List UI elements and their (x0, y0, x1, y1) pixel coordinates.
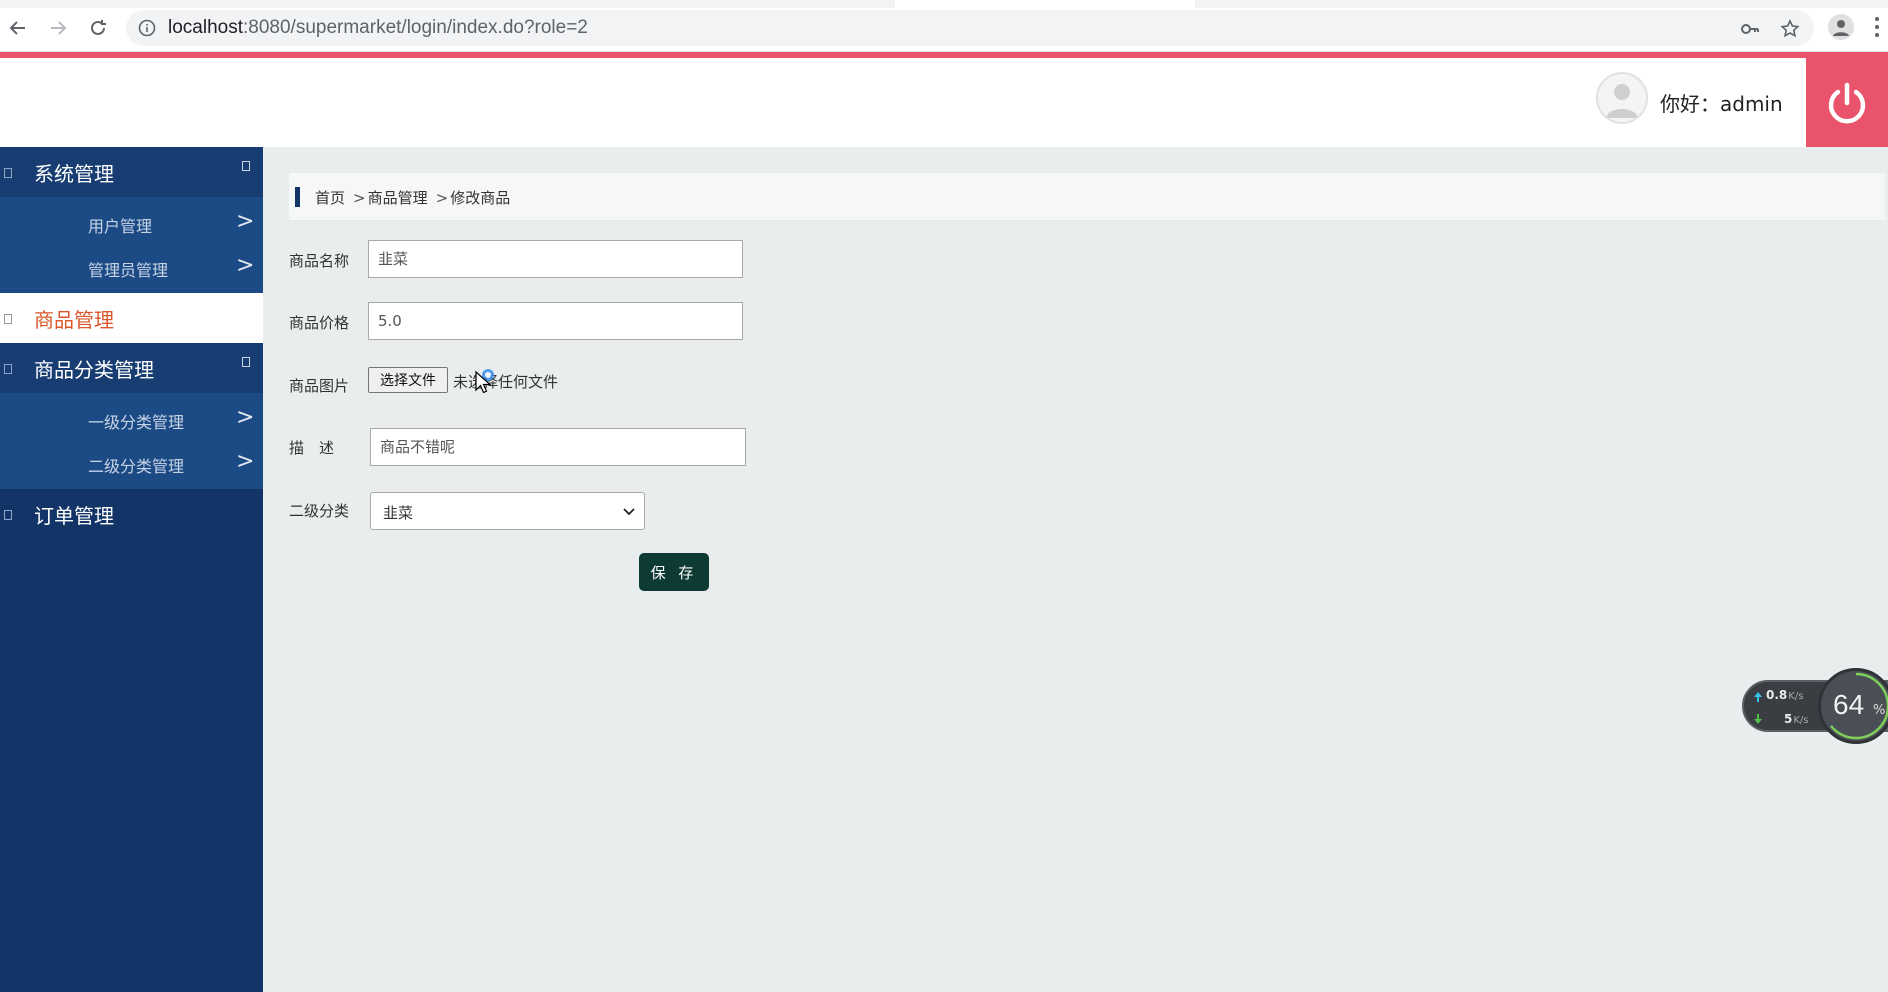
sidebar-group-goods: 商品管理 (0, 293, 263, 343)
site-info-icon[interactable] (138, 19, 156, 37)
goods-price-label: 商品价格 (289, 314, 350, 332)
profile-button[interactable] (1828, 14, 1854, 40)
sidebar-submenu: 用户管理 > 管理员管理 > (0, 197, 263, 293)
category-label: 二级分类 (289, 502, 350, 520)
category-select[interactable]: 韭菜 (370, 492, 645, 530)
sidebar-item-admins[interactable]: 管理员管理 > (0, 245, 263, 289)
download-unit: K/s (1793, 715, 1809, 726)
load-unit: % (1873, 703, 1886, 718)
power-icon (1828, 82, 1866, 123)
upload-value: 0.8 (1766, 688, 1788, 702)
active-tab[interactable] (895, 0, 1195, 8)
sidebar-item-users[interactable]: 用户管理 > (0, 201, 263, 245)
download-speed: 5K/s (1784, 712, 1809, 726)
mouse-cursor-icon (475, 369, 494, 394)
sidebar-head-label: 订单管理 (34, 503, 114, 528)
key-icon[interactable] (1740, 19, 1760, 39)
chevron-right-icon: > (236, 253, 255, 278)
forward-arrow-icon (51, 21, 67, 35)
sidebar-head-goods[interactable]: 商品管理 (0, 293, 263, 343)
goods-desc-label: 描 述 (289, 439, 335, 457)
tab-strip (0, 0, 1888, 8)
profile-icon (1833, 20, 1849, 36)
sidebar-group-system: 系统管理 用户管理 > 管理员管理 > (0, 147, 263, 293)
download-value: 5 (1784, 712, 1793, 726)
breadcrumb-current: 修改商品 (450, 189, 511, 207)
browser-menu-icon[interactable] (1874, 16, 1880, 38)
sidebar-head-label: 商品管理 (34, 307, 114, 332)
goods-price-input[interactable]: 5.0 (368, 302, 743, 340)
sidebar-head-orders[interactable]: 订单管理 (0, 489, 263, 539)
chevron-right-icon: > (236, 449, 255, 474)
collapse-toggle-icon[interactable] (242, 161, 250, 171)
sidebar-item-label: 二级分类管理 (88, 457, 185, 476)
chevron-right-icon: > (236, 209, 255, 234)
breadcrumb: 首页 > 商品管理 > 修改商品 (289, 173, 1885, 221)
chevron-down-icon (623, 508, 635, 516)
reload-button[interactable] (82, 12, 114, 44)
chevron-right-icon: > (236, 405, 255, 430)
sidebar-head-category[interactable]: 商品分类管理 (0, 343, 263, 393)
square-icon (4, 314, 12, 324)
sidebar-head-label: 系统管理 (34, 161, 114, 186)
goods-image-label: 商品图片 (289, 377, 350, 395)
load-gauge[interactable]: 64 % (1818, 668, 1888, 744)
forward-button[interactable] (42, 12, 74, 44)
upload-unit: K/s (1788, 691, 1804, 702)
sidebar-item-category-level2[interactable]: 二级分类管理 > (0, 441, 263, 485)
sidebar-submenu: 一级分类管理 > 二级分类管理 > (0, 393, 263, 489)
sidebar: 系统管理 用户管理 > 管理员管理 > 商品管理 商品分类管理 一级分类管理 >… (0, 147, 263, 992)
url-path: :8080/supermarket/login/index.do?role=2 (243, 17, 588, 38)
sidebar-item-category-level1[interactable]: 一级分类管理 > (0, 397, 263, 441)
file-status-text: 未选择任何文件 (453, 373, 559, 391)
square-icon (4, 168, 12, 178)
sidebar-item-label: 管理员管理 (88, 261, 169, 280)
save-button[interactable]: 保 存 (639, 553, 709, 591)
back-arrow-icon (9, 21, 25, 35)
avatar (1596, 72, 1648, 124)
sidebar-item-label: 用户管理 (88, 217, 153, 236)
square-icon (4, 364, 12, 374)
goods-desc-input[interactable]: 商品不错呢 (370, 428, 746, 466)
breadcrumb-separator: > (435, 189, 449, 207)
goods-name-label: 商品名称 (289, 252, 350, 270)
user-greeting: 你好：admin (1660, 92, 1783, 116)
sidebar-head-system[interactable]: 系统管理 (0, 147, 263, 197)
sidebar-group-category: 商品分类管理 一级分类管理 > 二级分类管理 > (0, 343, 263, 489)
breadcrumb-separator: > (353, 189, 366, 207)
breadcrumb-goods[interactable]: 商品管理 (368, 189, 428, 207)
back-button[interactable] (2, 12, 34, 44)
app-header: 你好：admin (0, 58, 1888, 147)
upload-speed: 0.8K/s (1766, 688, 1803, 702)
url-host: localhost (168, 17, 243, 38)
user-avatar-icon (1606, 84, 1638, 118)
sidebar-head-label: 商品分类管理 (34, 357, 154, 382)
collapse-toggle-icon[interactable] (242, 357, 250, 367)
choose-file-button[interactable]: 选择文件 (368, 367, 448, 393)
address-bar[interactable]: localhost:8080/supermarket/login/index.d… (126, 10, 1814, 46)
breadcrumb-home[interactable]: 首页 (315, 189, 345, 207)
url-text[interactable]: localhost:8080/supermarket/login/index.d… (168, 17, 588, 39)
breadcrumb-trail: 首页 > 商品管理 > 修改商品 (315, 187, 512, 208)
square-icon (4, 510, 12, 520)
bookmark-star-icon[interactable] (1780, 19, 1800, 39)
logout-button[interactable] (1806, 58, 1888, 147)
sidebar-item-label: 一级分类管理 (88, 413, 185, 432)
reload-icon (91, 20, 106, 35)
download-arrow-icon (1754, 714, 1762, 724)
breadcrumb-marker (295, 187, 300, 207)
upload-arrow-icon (1754, 692, 1762, 702)
category-selected-value: 韭菜 (383, 504, 414, 522)
load-value: 64 (1833, 689, 1865, 720)
goods-name-input[interactable]: 韭菜 (368, 240, 743, 278)
sidebar-group-orders: 订单管理 (0, 489, 263, 539)
